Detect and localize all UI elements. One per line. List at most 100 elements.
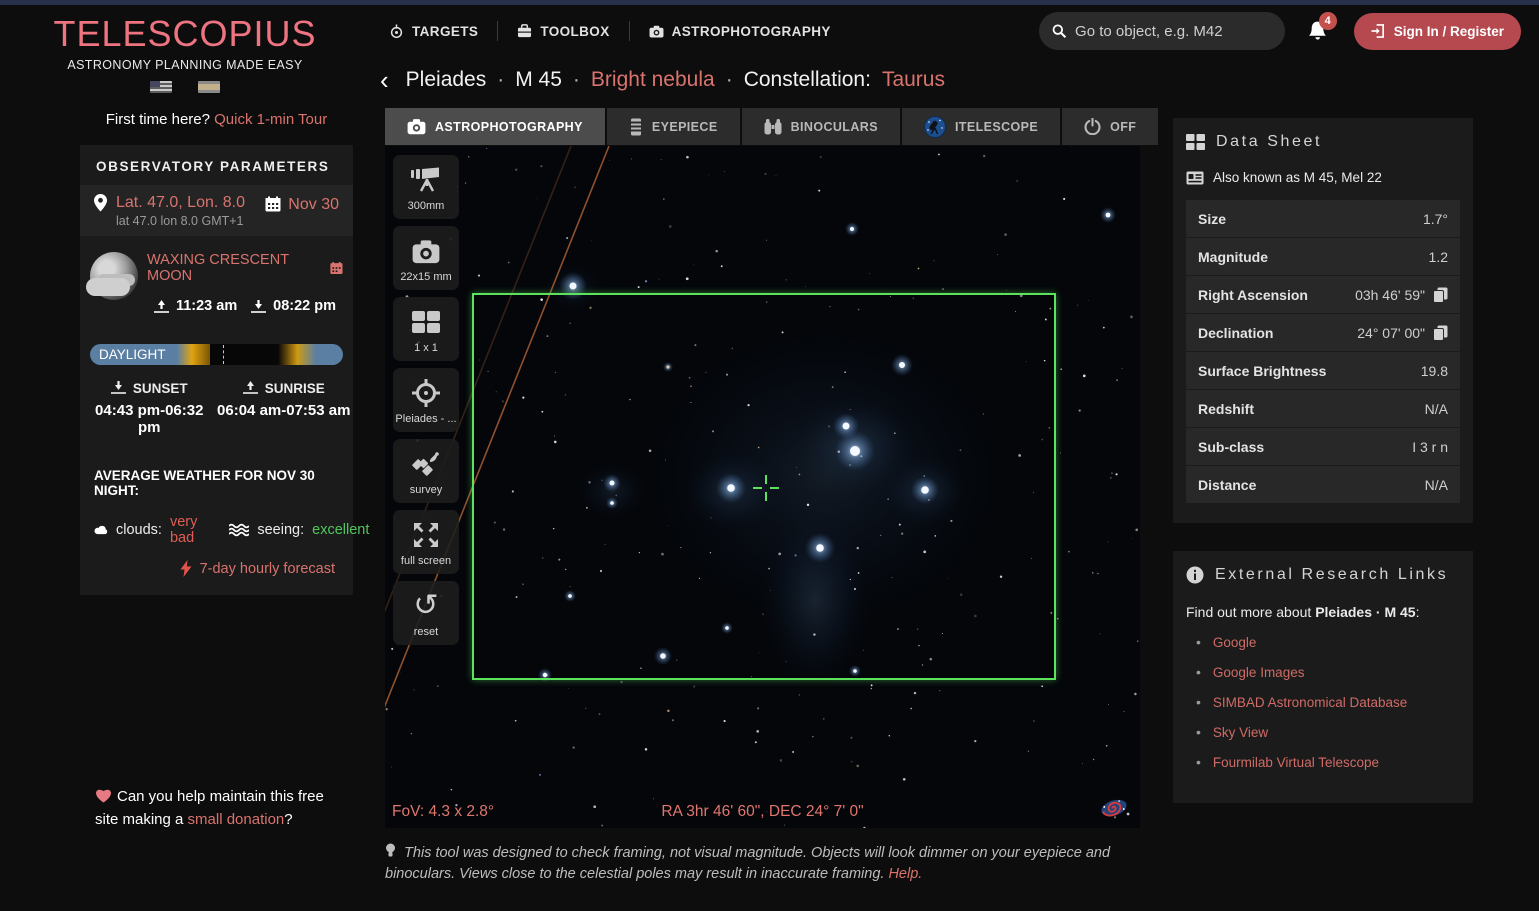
- search-input[interactable]: [1075, 23, 1272, 40]
- link-google-images[interactable]: Google Images: [1213, 665, 1305, 680]
- sunset-icon: [111, 381, 126, 394]
- sunset-gradient: [177, 344, 210, 365]
- tour-prompt: First time here? Quick 1-min Tour: [80, 111, 353, 128]
- moonset-icon: [251, 300, 266, 313]
- list-item: SIMBAD Astronomical Database: [1196, 694, 1460, 710]
- datasheet-row-sub-class: Sub-classI 3 r n: [1186, 428, 1460, 465]
- tab-binoculars[interactable]: BINOCULARS: [742, 108, 900, 145]
- sign-in-button[interactable]: Sign In / Register: [1354, 13, 1521, 50]
- binoculars-icon: [764, 118, 782, 135]
- clouds-value: very bad: [170, 514, 205, 546]
- observatory-panel: OBSERVATORY PARAMETERS Lat. 47.0, Lon. 8…: [80, 145, 353, 595]
- tab-astrophotography[interactable]: ASTROPHOTOGRAPHY: [385, 108, 605, 145]
- table-icon: [1186, 134, 1205, 150]
- forecast-link[interactable]: 7-day hourly forecast: [200, 561, 335, 577]
- satellite-icon: [412, 451, 440, 477]
- location-pin-icon: [94, 194, 107, 212]
- location-detail: lat 47.0 lon 8.0 GMT+1: [116, 214, 245, 228]
- breadcrumb-designation: M 45: [515, 68, 562, 92]
- sunrise-gradient: [278, 344, 298, 365]
- viewer-mode-tabs: ASTROPHOTOGRAPHY EYEPIECE BINOCULARS ITE…: [385, 108, 1140, 145]
- data-sheet-panel: Data Sheet Also known as M 45, Mel 22 Si…: [1173, 118, 1473, 523]
- breadcrumb-type-link[interactable]: Bright nebula: [591, 68, 715, 92]
- list-item: Google: [1196, 634, 1460, 650]
- full-screen-button[interactable]: full screen: [393, 510, 459, 574]
- breadcrumb-object: Pleiades: [406, 68, 487, 92]
- right-column: Data Sheet Also known as M 45, Mel 22 Si…: [1173, 118, 1473, 803]
- tour-link[interactable]: Quick 1-min Tour: [214, 111, 327, 128]
- clouds-forecast: clouds: very bad: [94, 514, 205, 546]
- nav-astrophotography[interactable]: ASTROPHOTOGRAPHY: [630, 24, 850, 39]
- link-google[interactable]: Google: [1213, 635, 1257, 650]
- left-sidebar: First time here? Quick 1-min Tour OBSERV…: [0, 103, 370, 893]
- tab-itelescope[interactable]: ITELESCOPE: [902, 108, 1060, 145]
- list-item: Fourmilab Virtual Telescope: [1196, 754, 1460, 770]
- viewer-tool-buttons: 300mm 22x15 mm 1 x 1 Pleiades - ... surv…: [393, 155, 459, 645]
- breadcrumb-constellation-label: Constellation:: [744, 68, 871, 92]
- mosaic-grid-button[interactable]: 1 x 1: [393, 297, 459, 361]
- date-value: Nov 30: [288, 196, 339, 214]
- us-flag-icon[interactable]: [150, 81, 172, 93]
- datasheet-row-declination: Declination 24° 07' 00": [1186, 314, 1460, 351]
- datasheet-row-surface-brightness: Surface Brightness19.8: [1186, 352, 1460, 389]
- seeing-value: excellent: [312, 522, 369, 538]
- date-picker[interactable]: Nov 30: [265, 194, 339, 228]
- center-target-button[interactable]: Pleiades - ...: [393, 368, 459, 432]
- location-link[interactable]: Lat. 47.0, Lon. 8.0: [116, 194, 245, 212]
- survey-button[interactable]: survey: [393, 439, 459, 503]
- header: TELESCOPIUS ASTRONOMY PLANNING MADE EASY…: [0, 5, 1539, 103]
- eyepiece-icon: [629, 118, 643, 136]
- back-chevron-icon[interactable]: ‹: [380, 67, 389, 93]
- breadcrumb-constellation-link[interactable]: Taurus: [882, 68, 945, 92]
- search-box[interactable]: [1039, 12, 1285, 50]
- calendar-icon: [265, 196, 281, 212]
- language-flags: [0, 81, 370, 93]
- list-item: Google Images: [1196, 664, 1460, 680]
- nav-toolbox[interactable]: TOOLBOX: [498, 24, 628, 39]
- link-fourmilab[interactable]: Fourmilab Virtual Telescope: [1213, 755, 1379, 770]
- calendar-icon: [330, 261, 343, 275]
- sunrise-icon: [243, 381, 258, 394]
- current-time-marker: [223, 345, 224, 364]
- daylight-timeline[interactable]: DAYLIGHT: [90, 344, 343, 365]
- moon-phase-link[interactable]: WAXING CRESCENT MOON: [147, 252, 343, 284]
- sky-framing-canvas[interactable]: 300mm 22x15 mm 1 x 1 Pleiades - ... surv…: [385, 146, 1140, 828]
- reset-icon: ↺: [413, 591, 438, 621]
- sunrise-block: SUNRISE 06:04 am-07:53 am: [217, 381, 352, 436]
- cloud-icon: [94, 523, 108, 537]
- sensor-size-button[interactable]: 22x15 mm: [393, 226, 459, 290]
- es-flag-icon[interactable]: [198, 81, 220, 93]
- datasheet-row-right-ascension: Right Ascension 03h 46' 59": [1186, 276, 1460, 313]
- reset-view-button[interactable]: ↺ reset: [393, 581, 459, 645]
- donation-prompt: Can you help maintain this free site mak…: [95, 786, 340, 831]
- site-logo[interactable]: TELESCOPIUS: [0, 13, 370, 55]
- links-intro: Find out more about Pleiades · M 45:: [1186, 604, 1460, 620]
- framing-disclaimer: This tool was designed to check framing,…: [385, 843, 1140, 885]
- donation-link[interactable]: small donation: [188, 811, 285, 828]
- external-links-panel: External Research Links Find out more ab…: [1173, 551, 1473, 803]
- external-links-title: External Research Links: [1215, 566, 1448, 584]
- copy-icon[interactable]: [1433, 287, 1448, 303]
- heart-icon: [95, 788, 112, 803]
- fullscreen-icon: [413, 522, 439, 548]
- brand-block: TELESCOPIUS ASTRONOMY PLANNING MADE EASY: [0, 5, 370, 103]
- weather-section: AVERAGE WEATHER FOR NOV 30 NIGHT: clouds…: [80, 454, 353, 595]
- moonrise-icon: [154, 300, 169, 313]
- copy-icon[interactable]: [1433, 325, 1448, 341]
- target-icon: [412, 379, 440, 407]
- tab-off[interactable]: OFF: [1062, 108, 1158, 145]
- notification-badge: 4: [1319, 12, 1337, 30]
- power-icon: [1084, 118, 1101, 135]
- grid-icon: [412, 311, 440, 333]
- moonset-time: 08:22 pm: [251, 298, 336, 314]
- tab-eyepiece[interactable]: EYEPIECE: [607, 108, 740, 145]
- focal-length-button[interactable]: 300mm: [393, 155, 459, 219]
- link-sky-view[interactable]: Sky View: [1213, 725, 1268, 740]
- framing-viewer: ASTROPHOTOGRAPHY EYEPIECE BINOCULARS ITE…: [385, 103, 1140, 885]
- notifications-bell[interactable]: 4: [1307, 20, 1328, 42]
- nav-targets[interactable]: TARGETS: [370, 24, 497, 39]
- link-simbad[interactable]: SIMBAD Astronomical Database: [1213, 695, 1407, 710]
- help-link[interactable]: Help.: [888, 866, 922, 882]
- site-tagline: ASTRONOMY PLANNING MADE EASY: [0, 58, 370, 72]
- target-icon: [389, 24, 404, 39]
